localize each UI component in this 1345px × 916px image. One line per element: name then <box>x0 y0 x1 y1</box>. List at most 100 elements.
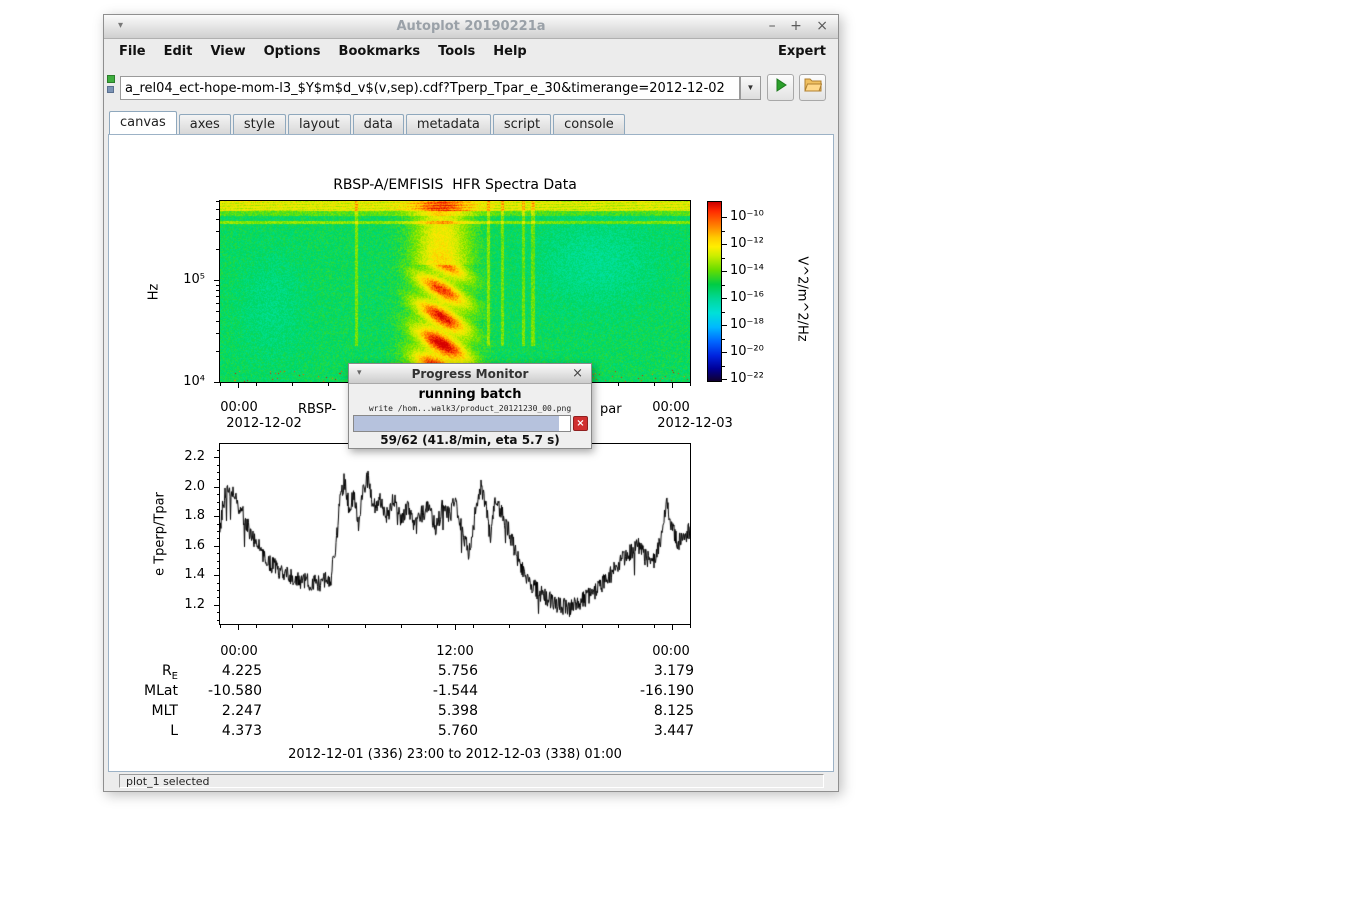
menu-options[interactable]: Options <box>255 40 330 63</box>
axis-tick-label: 10⁴ <box>155 374 205 389</box>
axis-tick <box>545 625 546 628</box>
axis-tick <box>437 625 438 628</box>
xaxis-label-fragment: RBSP- <box>298 402 336 417</box>
axis-tick <box>217 457 220 458</box>
tab-console[interactable]: console <box>553 114 625 134</box>
colorbar-tick-label: 10⁻²⁰ <box>730 344 778 359</box>
axis-tick <box>654 383 655 386</box>
ephemeris-row-label: MLat <box>109 683 178 699</box>
autoplot-window: ▾ Autoplot 20190221a – + × FileEditViewO… <box>103 14 839 792</box>
go-button[interactable] <box>767 74 794 101</box>
minimize-button[interactable]: – <box>769 18 776 34</box>
axis-tick <box>328 625 329 628</box>
colorbar-label: V^2/m^2/Hz <box>795 256 810 341</box>
axis-tick <box>216 231 220 232</box>
ephemeris-value: 3.447 <box>604 723 694 739</box>
tab-data[interactable]: data <box>353 114 404 134</box>
ephemeris-value: 2.247 <box>172 703 262 719</box>
axis-tick <box>217 553 220 554</box>
axis-tick <box>217 479 220 480</box>
status-bar: plot_1 selected <box>104 772 838 791</box>
axis-tick <box>722 285 725 286</box>
menu-bookmarks[interactable]: Bookmarks <box>330 40 430 63</box>
axis-tick <box>216 303 220 304</box>
open-file-button[interactable] <box>799 74 826 101</box>
canvas-panel: RBSP-A/EMFISIS HFR Spectra Data Hz V^2/m… <box>108 134 834 772</box>
axis-tick <box>217 494 220 495</box>
colorbar[interactable] <box>707 201 722 382</box>
axis-tick-label: 1.8 <box>155 508 205 523</box>
xaxis-label-fragment: par <box>600 402 622 417</box>
axis-tick <box>401 625 402 628</box>
expert-mode-label[interactable]: Expert <box>778 40 826 63</box>
axis-tick <box>217 568 220 569</box>
axis-tick <box>509 625 510 628</box>
menu-edit[interactable]: Edit <box>155 40 202 63</box>
ephemeris-row-label: RE <box>109 663 178 682</box>
axis-tick <box>217 531 220 532</box>
tab-metadata[interactable]: metadata <box>406 114 491 134</box>
dialog-close-icon[interactable]: × <box>572 366 583 381</box>
tab-script[interactable]: script <box>493 114 551 134</box>
maximize-button[interactable]: + <box>790 18 802 34</box>
ephemeris-value: 5.756 <box>388 663 478 679</box>
dialog-titlebar[interactable]: ▾ Progress Monitor × <box>349 364 591 384</box>
axis-tick <box>654 625 655 628</box>
axis-date-label: 2012-12-03 <box>650 416 740 431</box>
axis-tick <box>216 209 220 210</box>
axis-tick <box>217 516 220 517</box>
axis-tick <box>217 538 220 539</box>
axis-tick <box>220 625 221 628</box>
axis-tick <box>722 298 727 299</box>
axis-tick <box>217 450 220 451</box>
axis-tick <box>690 383 691 386</box>
progress-detail: write /hom...walk3/product_20121230_00.p… <box>349 404 591 413</box>
axis-tick <box>455 625 456 630</box>
axis-tick <box>722 325 727 326</box>
axis-tick <box>582 625 583 628</box>
ephemeris-value: 4.373 <box>172 723 262 739</box>
axis-tick <box>216 290 220 291</box>
axis-tick <box>217 524 220 525</box>
ephemeris-value: 3.179 <box>604 663 694 679</box>
tab-style[interactable]: style <box>233 114 286 134</box>
ephemeris-value: 4.225 <box>172 663 262 679</box>
ephemeris-value: 5.398 <box>388 703 478 719</box>
tab-layout[interactable]: layout <box>288 114 351 134</box>
axis-tick <box>292 383 293 386</box>
axis-tick <box>217 465 220 466</box>
axis-tick <box>220 383 221 386</box>
menu-tools[interactable]: Tools <box>429 40 484 63</box>
colorbar-tick-label: 10⁻¹² <box>730 236 778 251</box>
progress-status: running batch <box>349 387 591 402</box>
axis-tick <box>217 561 220 562</box>
axis-tick <box>365 625 366 628</box>
axis-tick <box>672 383 673 388</box>
timeseries-plot[interactable] <box>219 443 691 625</box>
progress-cancel-button[interactable]: × <box>573 416 588 431</box>
tab-axes[interactable]: axes <box>179 114 231 134</box>
menu-view[interactable]: View <box>201 40 254 63</box>
colorbar-tick-label: 10⁻¹⁴ <box>730 263 778 278</box>
axis-tick <box>216 351 220 352</box>
axis-tick-label: 1.2 <box>155 597 205 612</box>
menu-file[interactable]: File <box>110 40 155 63</box>
close-button[interactable]: × <box>816 18 828 34</box>
axis-tick <box>722 379 727 380</box>
menu-help[interactable]: Help <box>484 40 535 63</box>
colorbar-tick-label: 10⁻¹⁶ <box>730 290 778 305</box>
status-message: plot_1 selected <box>119 774 824 788</box>
uri-dropdown-button[interactable]: ▼ <box>740 76 761 100</box>
ephemeris-value: -16.190 <box>604 683 694 699</box>
axis-tick-label: 00:00 <box>646 400 696 415</box>
axis-tick <box>672 625 673 630</box>
ephemeris-row-label: L <box>109 723 178 739</box>
window-titlebar[interactable]: ▾ Autoplot 20190221a – + × <box>104 15 838 39</box>
tab-canvas[interactable]: canvas <box>109 111 177 134</box>
spectrogram-plot[interactable] <box>219 200 691 383</box>
time-range-label: 2012-12-01 (336) 23:00 to 2012-12-03 (33… <box>220 747 690 762</box>
axis-tick <box>216 285 220 286</box>
axis-tick <box>722 231 725 232</box>
uri-input[interactable] <box>120 76 740 100</box>
axis-tick <box>722 258 725 259</box>
